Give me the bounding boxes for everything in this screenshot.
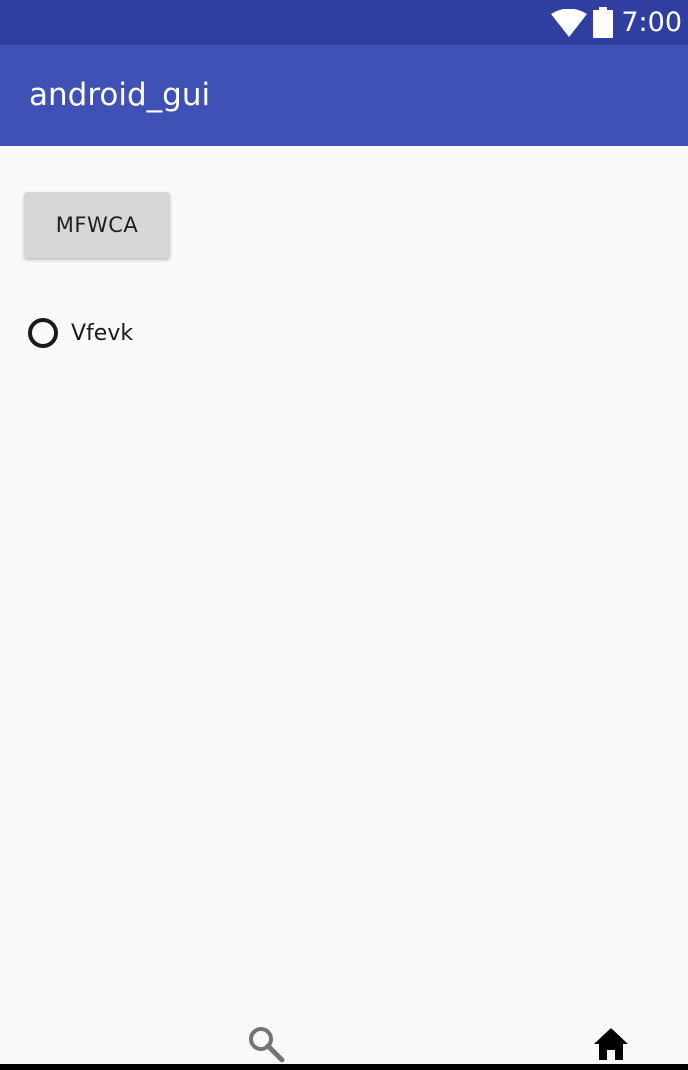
app-title: android_gui [29, 77, 211, 113]
radio-label: Vfevk [71, 320, 134, 346]
battery-icon [593, 7, 614, 38]
bottom-edge [0, 1064, 688, 1070]
status-icons: 7:00 [551, 0, 682, 45]
app-bar: android_gui [0, 45, 688, 146]
wifi-icon [551, 8, 588, 37]
radio-unchecked-icon[interactable] [28, 318, 58, 348]
mfwca-button[interactable]: MFWCA [24, 192, 170, 258]
status-time: 7:00 [621, 7, 682, 38]
search-icon[interactable] [246, 1024, 286, 1064]
status-bar: 7:00 [0, 0, 688, 45]
radio-option-vfevk[interactable]: Vfevk [28, 312, 133, 354]
bottom-nav [0, 1010, 688, 1064]
home-icon[interactable] [590, 1024, 632, 1064]
